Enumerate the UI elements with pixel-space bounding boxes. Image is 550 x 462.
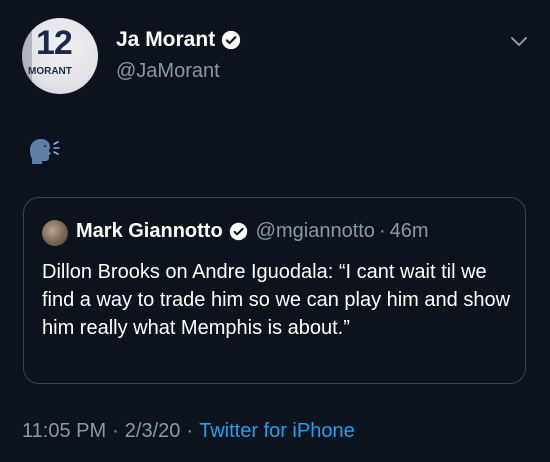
tweet-card: 12 MORANT Ja Morant @JaMorant Mark Giann… bbox=[0, 0, 550, 462]
quoted-tweet-text: Dillon Brooks on Andre Iguodala: “I cant… bbox=[42, 261, 511, 339]
verified-badge-icon bbox=[222, 30, 241, 50]
verified-badge-icon bbox=[229, 222, 247, 241]
author-name-row[interactable]: Ja Morant bbox=[116, 28, 241, 52]
quoted-tweet-header: Mark Giannotto @mgiannotto · 46m bbox=[76, 220, 429, 243]
quoted-author-display-name[interactable]: Mark Giannotto bbox=[76, 220, 223, 243]
tweet-meta: 11:05 PM · 2/3/20 · Twitter for iPhone bbox=[22, 420, 355, 443]
quoted-separator-dot: · bbox=[378, 220, 386, 242]
tweet-source-link[interactable]: Twitter for iPhone bbox=[199, 420, 355, 442]
speaking-head-icon bbox=[30, 139, 60, 164]
meta-separator-dot: · bbox=[186, 420, 194, 442]
avatar-jersey-name: MORANT bbox=[28, 66, 72, 77]
author-display-name[interactable]: Ja Morant bbox=[116, 28, 215, 52]
tweet-time[interactable]: 11:05 PM bbox=[22, 420, 106, 442]
quoted-timestamp[interactable]: 46m bbox=[390, 220, 429, 243]
quoted-author-handle[interactable]: @mgiannotto bbox=[256, 220, 375, 243]
author-avatar[interactable]: 12 MORANT bbox=[22, 18, 98, 94]
chevron-down-icon[interactable] bbox=[510, 36, 528, 48]
meta-separator-dot: · bbox=[112, 420, 119, 442]
tweet-date[interactable]: 2/3/20 bbox=[125, 420, 181, 442]
avatar-jersey-trim bbox=[22, 18, 32, 94]
quoted-author-avatar[interactable] bbox=[42, 220, 68, 246]
quoted-tweet[interactable]: Mark Giannotto @mgiannotto · 46m Dillon … bbox=[23, 197, 526, 384]
author-handle[interactable]: @JaMorant bbox=[116, 60, 220, 83]
avatar-jersey-number: 12 bbox=[36, 24, 73, 62]
